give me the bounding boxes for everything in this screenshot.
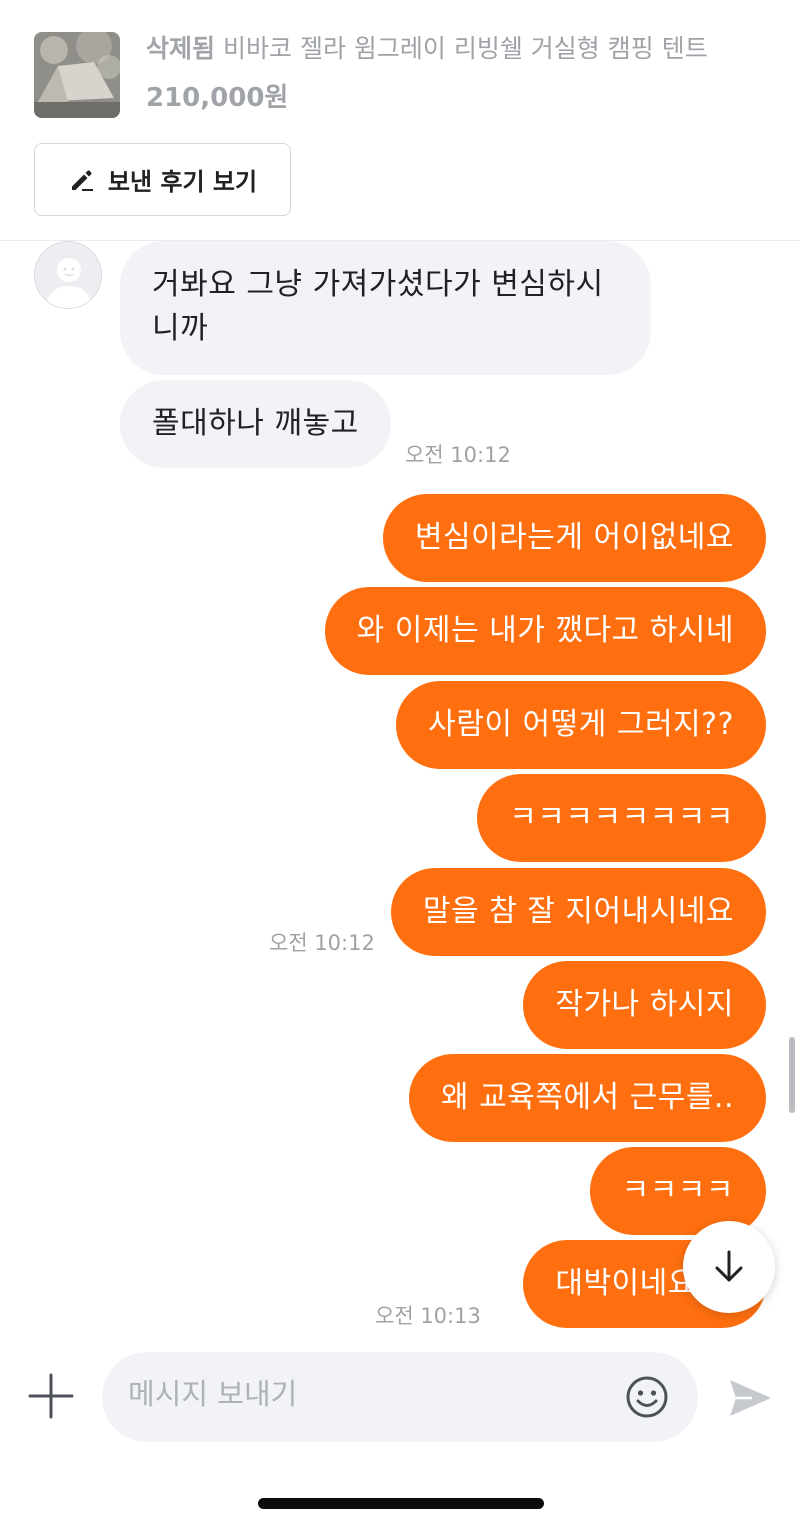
message-text: 와 이제는 내가 깼다고 하시네: [356, 613, 734, 648]
message-text: 말을 참 잘 지어내시네요: [422, 894, 734, 929]
tent-photo-icon: [34, 32, 120, 118]
message-text: ㅋㅋㅋㅋㅋㅋㅋㅋ: [509, 800, 734, 835]
message-text-line: 니까: [152, 311, 209, 346]
message-text-line: 거봐요 그냥 가져가셨다가 변심하시: [152, 267, 604, 302]
message-input-placeholder: 메시지 보내기: [128, 1377, 298, 1411]
sent-message[interactable]: 왜 교육쪽에서 근무를..: [408, 1054, 766, 1142]
message-timestamp: 오전 10:12: [405, 443, 511, 467]
pencil-icon: [71, 169, 93, 191]
product-header[interactable]: 삭제됨 비바코 젤라 윔그레이 리빙쉘 거실형 캠핑 텐트 210,000원 보낸…: [0, 0, 800, 241]
default-user-icon: [35, 242, 101, 308]
plus-icon: [28, 1373, 74, 1419]
home-indicator[interactable]: [258, 1498, 544, 1509]
message-text: 변심이라는게 어이없네요: [414, 520, 734, 555]
deleted-status-badge: 삭제됨: [146, 34, 216, 63]
product-title: 비바코 젤라 윔그레이 리빙쉘 거실형 캠핑 텐트: [223, 34, 708, 63]
view-sent-review-label: 보낸 후기 보기: [107, 168, 258, 196]
message-timestamp: 오전 10:12: [269, 931, 375, 955]
message-text: 폴대하나 깨놓고: [152, 406, 359, 441]
received-message[interactable]: 폴대하나 깨놓고: [120, 380, 391, 468]
message-text: 작가나 하시지: [555, 987, 734, 1022]
emoji-button[interactable]: [624, 1374, 670, 1420]
smiley-icon: [626, 1376, 668, 1418]
view-sent-review-button[interactable]: 보낸 후기 보기: [34, 143, 291, 216]
message-input[interactable]: 메시지 보내기: [102, 1352, 698, 1442]
received-message[interactable]: 거봐요 그냥 가져가셨다가 변심하시 니까: [120, 241, 651, 375]
message-timestamp: 오전 10:13: [375, 1304, 481, 1328]
sent-message[interactable]: ㅋㅋㅋㅋㅋㅋㅋㅋ: [477, 774, 766, 862]
scroll-to-bottom-button[interactable]: [683, 1221, 775, 1313]
other-user-avatar[interactable]: [34, 241, 102, 309]
message-text: 사람이 어떻게 그러지??: [428, 707, 734, 742]
chat-scrollbar[interactable]: [789, 1037, 795, 1113]
chat-message-list[interactable]: 거봐요 그냥 가져가셨다가 변심하시 니까 폴대하나 깨놓고 오전 10:12 …: [0, 241, 800, 1337]
send-button[interactable]: [726, 1374, 774, 1422]
add-attachment-button[interactable]: [26, 1371, 76, 1421]
product-title-line: 삭제됨 비바코 젤라 윔그레이 리빙쉘 거실형 캠핑 텐트: [146, 32, 766, 66]
sent-message[interactable]: 와 이제는 내가 깼다고 하시네: [324, 587, 766, 675]
message-text: 왜 교육쪽에서 근무를..: [440, 1080, 734, 1115]
product-thumbnail[interactable]: [34, 32, 120, 118]
message-text: ㅋㅋㅋㅋ: [621, 1173, 734, 1208]
sent-message[interactable]: 변심이라는게 어이없네요: [382, 494, 766, 582]
product-price: 210,000원: [146, 83, 289, 113]
send-icon: [730, 1380, 771, 1416]
sent-message[interactable]: 사람이 어떻게 그러지??: [396, 681, 766, 769]
arrow-down-icon: [715, 1250, 743, 1282]
sent-message[interactable]: 말을 참 잘 지어내시네요: [390, 868, 766, 956]
sent-message[interactable]: 작가나 하시지: [523, 961, 766, 1049]
